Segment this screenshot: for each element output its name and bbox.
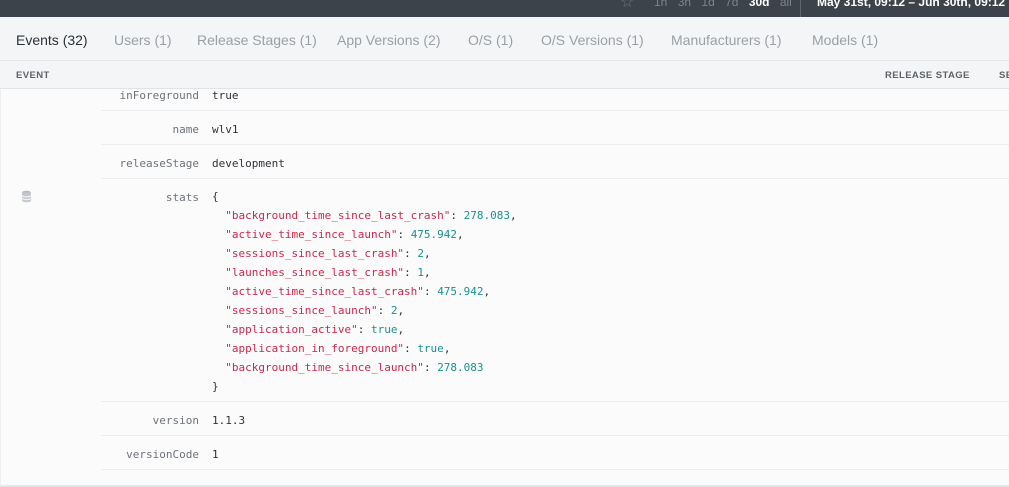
metadata-key: stats: [165, 191, 199, 204]
column-event[interactable]: EVENT: [16, 70, 50, 81]
json-open-brace: {: [212, 190, 219, 203]
tab-os-versions[interactable]: O/S Versions (1): [541, 32, 644, 48]
json-key: "active_time_since_launch": [225, 228, 398, 241]
json-value: true: [417, 342, 444, 355]
range-all[interactable]: all: [780, 0, 792, 9]
tab-release-stages[interactable]: Release Stages (1): [197, 32, 317, 48]
stats-json: { "background_time_since_last_crash": 27…: [212, 190, 517, 393]
metadata-key: name: [172, 123, 200, 136]
json-sep: ,: [423, 266, 431, 279]
json-value: 475.942: [410, 228, 458, 241]
top-bar: ☆ 1h 3h 1d 7d 30d all May 31st, 09:12 – …: [0, 0, 1009, 17]
metadata-row-releasestage: releaseStage development: [101, 145, 1009, 179]
divider: [800, 0, 801, 17]
metadata-value: 1: [212, 448, 219, 461]
column-release-stage[interactable]: RELEASE STAGE: [885, 70, 970, 81]
range-1d[interactable]: 1d: [701, 0, 714, 9]
metadata-key: inForeground: [119, 89, 199, 102]
json-key: "application_active": [225, 323, 358, 336]
range-3h[interactable]: 3h: [678, 0, 691, 9]
time-range-selector: 1h 3h 1d 7d 30d all: [654, 0, 799, 9]
metadata-row-versioncode: versionCode 1: [101, 436, 1009, 470]
json-key: "sessions_since_last_crash": [225, 247, 405, 260]
column-se[interactable]: SE: [999, 70, 1009, 81]
json-sep: ,: [483, 285, 491, 298]
tab-os[interactable]: O/S (1): [468, 32, 513, 48]
json-sep: ,: [423, 247, 431, 260]
tab-app-versions[interactable]: App Versions (2): [337, 32, 441, 48]
metadata-row-name: name wlv1: [101, 111, 1009, 145]
json-sep: ,: [397, 323, 405, 336]
json-value: 1: [417, 266, 424, 279]
json-sep: ,: [457, 228, 464, 241]
range-1h[interactable]: 1h: [654, 0, 667, 9]
date-range[interactable]: May 31st, 09:12 – Jun 30th, 09:12: [817, 0, 1005, 9]
metadata-panel: inForeground true name wlv1 releaseStage…: [0, 89, 1009, 487]
metadata-key: releaseStage: [119, 157, 199, 170]
json-value: 278.083: [437, 361, 484, 374]
json-value: 475.942: [437, 285, 484, 298]
tab-models[interactable]: Models (1): [812, 32, 878, 48]
metadata-value: 1.1.3: [212, 414, 246, 427]
json-key: "launches_since_last_crash": [225, 266, 405, 279]
metadata-row-version: version 1.1.3: [101, 402, 1009, 436]
json-key: "application_in_foreground": [225, 342, 405, 355]
json-value: true: [370, 323, 398, 336]
range-7d[interactable]: 7d: [725, 0, 738, 9]
tab-bar: Events (32) Users (1) Release Stages (1)…: [0, 17, 1009, 61]
json-key: "sessions_since_launch": [225, 304, 378, 317]
tab-events[interactable]: Events (32): [16, 32, 88, 48]
json-close-brace: }: [212, 380, 219, 393]
metadata-value: true: [212, 89, 239, 102]
metadata-row-inforeground: inForeground true: [101, 89, 1009, 111]
range-30d[interactable]: 30d: [749, 0, 770, 9]
star-icon[interactable]: ☆: [620, 0, 634, 12]
json-value: 278.083: [463, 209, 511, 222]
tab-users[interactable]: Users (1): [114, 32, 172, 48]
metadata-value: wlv1: [212, 123, 239, 136]
tab-manufacturers[interactable]: Manufacturers (1): [671, 32, 781, 48]
metadata-key: version: [152, 414, 199, 427]
json-key: "background_time_since_last_crash": [225, 209, 451, 222]
json-sep: ,: [443, 342, 451, 355]
metadata-key: versionCode: [126, 448, 199, 461]
metadata-value: development: [212, 157, 285, 170]
database-icon[interactable]: [21, 190, 32, 203]
json-value: 2: [417, 247, 424, 260]
metadata-row-stats: stats { "background_time_since_last_cras…: [101, 179, 1009, 402]
column-header: EVENT RELEASE STAGE SE: [0, 61, 1009, 89]
json-key: "background_time_since_launch": [225, 361, 424, 374]
json-key: "active_time_since_last_crash": [225, 285, 424, 298]
json-sep: ,: [510, 209, 517, 222]
json-sep: ,: [397, 304, 405, 317]
